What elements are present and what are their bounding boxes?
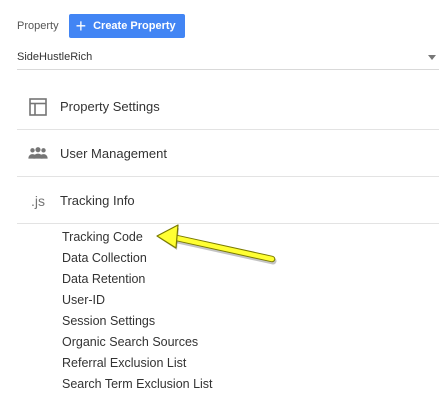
annotation-arrow-icon — [156, 224, 277, 265]
